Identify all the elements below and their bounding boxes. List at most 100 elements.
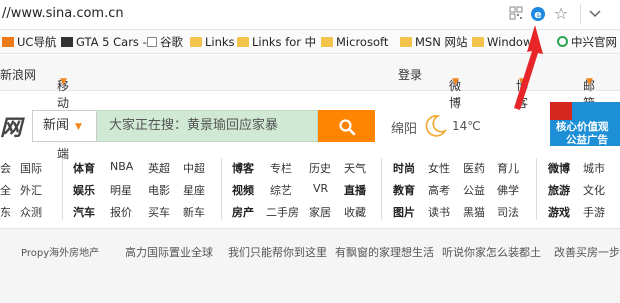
folder-icon [472,37,484,47]
category-link[interactable]: 东 [0,204,11,220]
bookmark-gta5[interactable]: GTA 5 Cars - [61,34,147,50]
category-link[interactable]: 视频 [232,182,254,198]
sina-logo[interactable]: 网 [0,110,22,142]
uc-icon [2,37,14,47]
category-link[interactable]: 读书 [428,204,450,220]
promo-link[interactable]: Propy海外房地产 [21,244,99,259]
category-link[interactable]: 佛学 [497,182,519,198]
category-link[interactable]: NBA [110,160,133,173]
chevron-down-icon: ▼ [75,122,82,132]
category-link[interactable]: 英超 [148,160,170,176]
category-link[interactable]: 历史 [309,160,331,176]
category-link[interactable]: 体育 [73,160,95,176]
category-link[interactable]: 专栏 [270,160,292,176]
flag-icon [550,102,572,120]
category-link[interactable]: 众测 [20,204,42,220]
address-bar[interactable]: //www.sina.com.cn e ☆ [0,0,620,30]
category-link[interactable]: 游戏 [548,204,570,220]
category-link[interactable]: 新车 [183,204,205,220]
top-nav: 新浪网 移动客户端▼ 登录 微博▼ 博客▼ 邮箱▼ [0,55,620,161]
category-link[interactable]: 高考 [428,182,450,198]
chevron-down-icon[interactable] [588,6,602,22]
moon-icon [425,115,448,137]
category-link[interactable]: 博客 [232,160,254,176]
svg-text:e: e [534,8,541,21]
url-text[interactable]: //www.sina.com.cn [2,6,124,21]
category-link[interactable]: 外汇 [20,182,42,198]
category-link[interactable]: 文化 [583,182,605,198]
category-link[interactable]: 会 [0,160,11,176]
bookmark-google[interactable]: 谷歌 [147,34,183,50]
bookmark-links[interactable]: Links [190,34,235,50]
bookmark-links-for[interactable]: Links for 中 [237,34,316,50]
category-link[interactable]: 报价 [110,204,132,220]
star-favorite-icon[interactable]: ☆ [553,6,569,22]
divider [221,158,222,220]
category-link[interactable]: 教育 [393,182,415,198]
search-button[interactable] [318,110,375,142]
category-link[interactable]: 收藏 [344,204,366,220]
category-link[interactable]: 星座 [183,182,205,198]
folder-icon [321,37,333,47]
divider [381,158,382,220]
category-link[interactable]: 司法 [497,204,519,220]
category-link[interactable]: 中超 [183,160,205,176]
category-link[interactable]: 娱乐 [73,182,95,198]
promo-link[interactable]: 有飘窗的家理想生活 [335,244,434,260]
category-link[interactable]: 手游 [583,204,605,220]
category-link[interactable]: 综艺 [270,182,292,198]
category-link[interactable]: VR [313,182,328,195]
bookmark-windows[interactable]: Windows [472,34,538,50]
category-link[interactable]: 电影 [148,182,170,198]
weather-temp: 14℃ [452,119,481,133]
nav-sina-news[interactable]: 新浪网 [0,66,36,83]
bookmark-zte[interactable]: 中兴官网 [557,34,617,50]
search-input[interactable]: 大家正在搜：黄景瑜回应家暴 [96,110,318,142]
category-link[interactable]: 天气 [344,160,366,176]
category-link[interactable]: 图片 [393,204,415,220]
category-link[interactable]: 旅游 [548,182,570,198]
site-icon [557,36,568,47]
ie-compat-icon[interactable]: e [530,6,546,22]
qr-code-icon[interactable] [508,6,524,22]
ad-text-2: 公益广告 [566,134,608,146]
search-category-select[interactable]: 新闻 ▼ [32,110,96,142]
category-grid: 会 全 东 国际 外汇 众测 体育 NBA 英超 中超 娱乐 明星 电影 星座 … [0,152,620,224]
chevron-down-icon: ▼ [60,77,67,87]
category-link[interactable]: 房产 [232,204,254,220]
bookmark-uc-nav[interactable]: UC导航 [2,34,56,50]
weather-city[interactable]: 绵阳 [391,118,417,137]
folder-icon [237,37,249,47]
category-link[interactable]: 家居 [309,204,331,220]
category-link[interactable]: 女性 [428,160,450,176]
category-link[interactable]: 城市 [583,160,605,176]
category-link[interactable]: 医药 [463,160,485,176]
promo-link[interactable]: 我们只能帮你到这里 [228,244,327,260]
promo-link-bar: Propy海外房地产 高力国际置业全球 我们只能帮你到这里 有飘窗的家理想生活 … [0,229,620,303]
category-link[interactable]: 买车 [148,204,170,220]
chevron-down-icon: ▼ [519,77,526,87]
nav-login[interactable]: 登录 [398,66,422,83]
promo-link[interactable]: 高力国际置业全球 [125,244,213,260]
promo-link[interactable]: 改善买房一步到 [554,244,620,260]
promo-link[interactable]: 听说你家怎么装都土 [442,244,541,260]
folder-icon [400,37,412,47]
ad-banner[interactable]: 核心价值观 公益广告 [550,102,620,146]
doc-icon [147,37,157,47]
category-link[interactable]: 汽车 [73,204,95,220]
search-box: 新闻 ▼ 大家正在搜：黄景瑜回应家暴 [32,110,375,142]
category-link[interactable]: 直播 [344,182,366,198]
category-link[interactable]: 全 [0,182,11,198]
chevron-down-icon: ▼ [452,77,459,87]
category-link[interactable]: 育儿 [497,160,519,176]
category-link[interactable]: 黑猫 [463,204,485,220]
category-link[interactable]: 国际 [20,160,42,176]
category-link[interactable]: 二手房 [266,204,299,220]
category-link[interactable]: 明星 [110,182,132,198]
bookmark-msn[interactable]: MSN 网站 [400,34,467,50]
search-icon [339,119,356,136]
category-link[interactable]: 时尚 [393,160,415,176]
bookmark-microsoft[interactable]: Microsoft [321,34,388,50]
category-link[interactable]: 微博 [548,160,570,176]
category-link[interactable]: 公益 [463,182,485,198]
